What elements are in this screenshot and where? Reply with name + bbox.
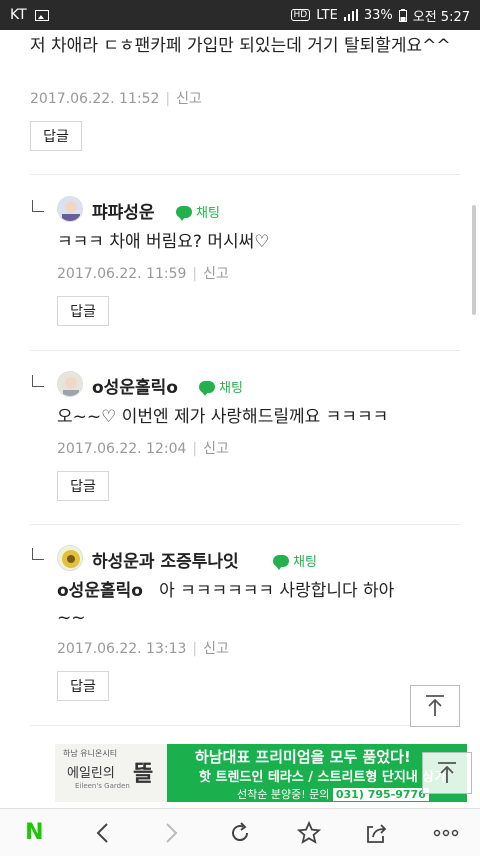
more-dots-icon xyxy=(433,829,458,836)
report-link[interactable]: 신고 xyxy=(203,441,229,457)
back-button[interactable] xyxy=(83,813,123,853)
chevron-right-icon xyxy=(166,822,178,843)
reply-text: 오~~♡ 이번엔 제가 사랑해드릴께요 ㅋㅋㅋㅋ xyxy=(57,407,389,427)
status-bar: KT HD LTE 33% 오전 5:27 xyxy=(0,0,480,30)
reply-button[interactable]: 답글 xyxy=(30,121,82,151)
report-link[interactable]: 신고 xyxy=(203,266,229,282)
reply-button[interactable]: 답글 xyxy=(57,296,109,326)
avatar[interactable] xyxy=(57,371,83,397)
refresh-button[interactable] xyxy=(220,813,260,853)
image-notification-icon xyxy=(34,9,49,21)
star-icon xyxy=(296,820,321,844)
reply-text-body: 아 ㅋㅋㅋㅋㅋㅋ 사랑합니다 하아 xyxy=(159,581,395,601)
divider xyxy=(30,174,460,175)
divider xyxy=(30,350,460,351)
reply-text: o성운홀릭o 아 ㅋㅋㅋㅋㅋㅋ 사랑합니다 하아 xyxy=(57,579,467,603)
comment-list[interactable]: 저 차애라 ㄷㅎ팬카페 가입만 되있는데 거기 탈퇴할게요^^ 2017.06.… xyxy=(0,30,480,740)
reply-meta: 2017.06.22. 11:59 | 신고 xyxy=(57,266,229,282)
ad-brand-big: 뜰 xyxy=(133,762,154,787)
nickname[interactable]: 하성운과 조증투나잇 xyxy=(92,547,239,572)
ad-headline: 하남대표 프리미엄을 모두 품었다! xyxy=(195,748,411,766)
reply-text-cont: ~~ xyxy=(57,608,86,628)
chat-bubble-icon xyxy=(273,554,289,570)
chat-label: 채팅 xyxy=(219,381,243,396)
chat-link[interactable]: 채팅 xyxy=(176,202,220,221)
network-label: LTE xyxy=(316,7,338,23)
nickname[interactable]: 퍄퍄성운 xyxy=(92,198,155,223)
comment-meta: 2017.06.22. 11:52 | 신고 xyxy=(30,91,202,107)
reply-button[interactable]: 답글 xyxy=(57,471,109,501)
hd-voice-icon: HD xyxy=(290,9,311,21)
signal-icon xyxy=(343,9,358,21)
bookmark-button[interactable] xyxy=(289,813,329,853)
reply-date: 2017.06.22. 13:13 xyxy=(57,641,187,657)
arrow-up-icon xyxy=(438,762,456,783)
ad-banner[interactable]: 하남 유니온시티 에일린의 Eileen's Garden 뜰 하남대표 프리미… xyxy=(0,740,480,808)
chat-label: 채팅 xyxy=(293,555,317,570)
scroll-top-button[interactable] xyxy=(410,685,460,727)
chat-link[interactable]: 채팅 xyxy=(199,377,243,396)
battery-icon xyxy=(398,8,407,22)
share-icon xyxy=(367,823,387,843)
scrollbar[interactable] xyxy=(472,205,476,315)
reply-date: 2017.06.22. 12:04 xyxy=(57,441,187,457)
share-button[interactable] xyxy=(357,813,397,853)
ad-brand: 에일린의 xyxy=(67,766,115,781)
forward-button[interactable] xyxy=(151,813,191,853)
ad-contact: 선착순 분양중! 문의 031) 795-9776 xyxy=(237,786,429,802)
ad-brand-en: Eileen's Garden xyxy=(75,782,130,790)
ad-brand-panel: 하남 유니온시티 에일린의 Eileen's Garden 뜰 xyxy=(55,744,167,802)
reply-date: 2017.06.22. 11:59 xyxy=(57,266,187,282)
avatar[interactable] xyxy=(57,196,83,222)
reply-meta: 2017.06.22. 12:04 | 신고 xyxy=(57,441,229,457)
ad-phone: 031) 795-9776 xyxy=(332,788,429,801)
divider xyxy=(30,725,460,726)
reply-button[interactable]: 답글 xyxy=(57,671,109,701)
reply-arrow-icon xyxy=(32,375,44,387)
nickname[interactable]: o성운홀릭o xyxy=(92,373,178,398)
ad-small-text: 하남 유니온시티 xyxy=(63,749,118,758)
chat-label: 채팅 xyxy=(196,206,220,221)
divider xyxy=(30,524,460,525)
clock: 오전 5:27 xyxy=(412,9,470,25)
reply-arrow-icon xyxy=(32,200,44,212)
comment-date: 2017.06.22. 11:52 xyxy=(30,91,160,107)
avatar[interactable] xyxy=(57,545,83,571)
chat-link[interactable]: 채팅 xyxy=(273,551,317,570)
report-link[interactable]: 신고 xyxy=(203,641,229,657)
naver-home-button[interactable]: N xyxy=(14,813,54,853)
reply-text: ㅋㅋㅋ 차애 버림요? 머시써♡ xyxy=(57,232,270,252)
ad-subline: 핫 트렌드인 테라스 / 스트리트형 단지내 상가 xyxy=(199,770,447,785)
reply-meta: 2017.06.22. 13:13 | 신고 xyxy=(57,641,229,657)
reply-arrow-icon xyxy=(32,548,44,560)
chevron-left-icon xyxy=(96,822,108,843)
chat-bubble-icon xyxy=(199,380,215,396)
scroll-top-button-secondary[interactable] xyxy=(422,752,472,794)
bottom-toolbar: N xyxy=(0,808,480,856)
refresh-icon xyxy=(232,821,248,841)
ad-contact-text: 선착순 분양중! 문의 xyxy=(237,788,330,801)
comment-text: 저 차애라 ㄷㅎ팬카페 가입만 되있는데 거기 탈퇴할게요^^ xyxy=(30,36,451,56)
carrier-label: KT xyxy=(10,7,27,23)
chat-bubble-icon xyxy=(176,205,192,221)
mention[interactable]: o성운홀릭o xyxy=(57,581,143,601)
battery-percent: 33% xyxy=(363,7,393,23)
naver-logo-icon: N xyxy=(25,820,44,845)
report-link[interactable]: 신고 xyxy=(176,91,202,107)
more-button[interactable] xyxy=(426,813,466,853)
arrow-up-icon xyxy=(426,695,444,716)
